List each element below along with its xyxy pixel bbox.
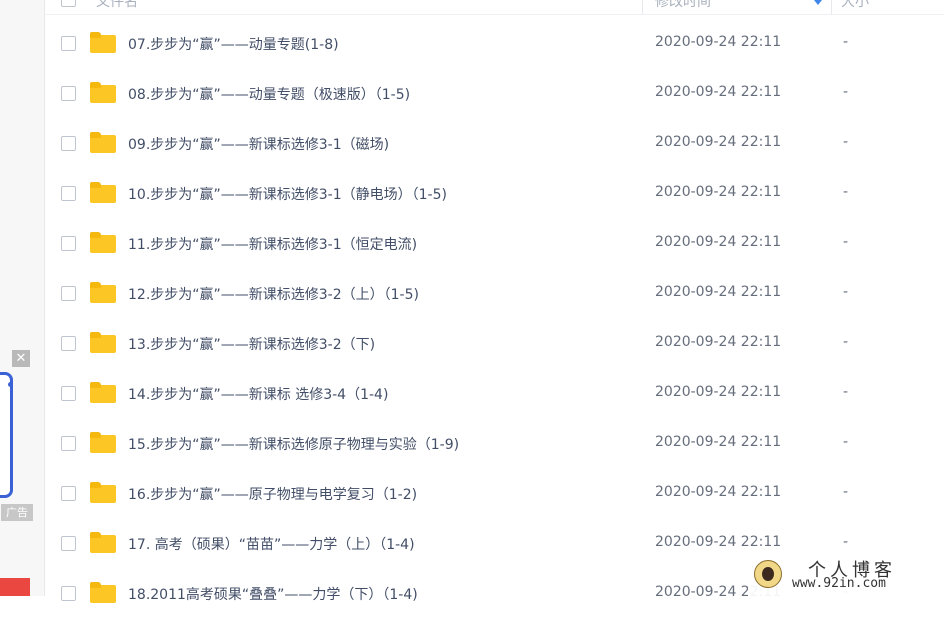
- avatar-icon: [754, 560, 782, 588]
- row-checkbox[interactable]: [61, 136, 76, 151]
- file-row[interactable]: 07.步步为“赢”——动量专题(1-8) 2020-09-24 22:11 -: [44, 18, 944, 68]
- column-header-name[interactable]: 文件名: [96, 0, 138, 11]
- file-row[interactable]: 12.步步为“赢”——新课标选修3-2（上）（1-5) 2020-09-24 2…: [44, 268, 944, 318]
- file-modified-time: 2020-09-24 22:11: [655, 184, 782, 200]
- ad-dot: [8, 382, 13, 387]
- file-modified-time: 2020-09-24 22:11: [655, 334, 782, 350]
- folder-icon: [90, 82, 116, 103]
- column-header-size[interactable]: 大小: [841, 0, 869, 11]
- row-checkbox[interactable]: [61, 586, 76, 601]
- file-modified-time: 2020-09-24 22:11: [655, 484, 782, 500]
- folder-icon: [90, 132, 116, 153]
- column-divider[interactable]: [642, 0, 643, 14]
- file-modified-time: 2020-09-24 22:11: [655, 134, 782, 150]
- file-name[interactable]: 10.步步为“赢”——新课标选修3-1（静电场）（1-5): [128, 184, 447, 204]
- column-header-time[interactable]: 修改时间: [655, 0, 711, 11]
- folder-icon: [90, 282, 116, 303]
- watermark-url: www.92in.com: [792, 576, 886, 591]
- row-checkbox[interactable]: [61, 536, 76, 551]
- file-size: -: [843, 284, 849, 300]
- file-size: -: [843, 534, 849, 550]
- file-name[interactable]: 08.步步为“赢”——动量专题（极速版）（1-5): [128, 84, 410, 104]
- close-icon[interactable]: ✕: [12, 350, 30, 367]
- file-name[interactable]: 11.步步为“赢”——新课标选修3-1（恒定电流): [128, 234, 417, 254]
- file-row[interactable]: 16.步步为“赢”——原子物理与电学复习（1-2) 2020-09-24 22:…: [44, 468, 944, 518]
- folder-icon: [90, 182, 116, 203]
- file-size: -: [843, 134, 849, 150]
- file-modified-time: 2020-09-24 22:11: [655, 84, 782, 100]
- folder-icon: [90, 32, 116, 53]
- file-size: -: [843, 334, 849, 350]
- file-size: -: [843, 484, 849, 500]
- file-size: -: [843, 234, 849, 250]
- file-row[interactable]: 10.步步为“赢”——新课标选修3-1（静电场）（1-5) 2020-09-24…: [44, 168, 944, 218]
- file-name[interactable]: 07.步步为“赢”——动量专题(1-8): [128, 34, 339, 54]
- file-list: 07.步步为“赢”——动量专题(1-8) 2020-09-24 22:11 - …: [44, 18, 944, 618]
- file-size: -: [843, 434, 849, 450]
- file-name[interactable]: 12.步步为“赢”——新课标选修3-2（上）（1-5): [128, 284, 419, 304]
- ad-banner[interactable]: [0, 372, 13, 498]
- folder-icon: [90, 332, 116, 353]
- file-row[interactable]: 13.步步为“赢”——新课标选修3-2（下) 2020-09-24 22:11 …: [44, 318, 944, 368]
- ad-red-block[interactable]: [0, 578, 30, 596]
- ad-label: 广告: [1, 504, 33, 521]
- select-all-checkbox[interactable]: [61, 0, 76, 7]
- file-row[interactable]: 11.步步为“赢”——新课标选修3-1（恒定电流) 2020-09-24 22:…: [44, 218, 944, 268]
- file-size: -: [843, 34, 849, 50]
- row-checkbox[interactable]: [61, 286, 76, 301]
- row-checkbox[interactable]: [61, 336, 76, 351]
- file-row[interactable]: 14.步步为“赢”——新课标 选修3-4（1-4) 2020-09-24 22:…: [44, 368, 944, 418]
- file-size: -: [843, 184, 849, 200]
- file-row[interactable]: 09.步步为“赢”——新课标选修3-1（磁场) 2020-09-24 22:11…: [44, 118, 944, 168]
- folder-icon: [90, 482, 116, 503]
- file-modified-time: 2020-09-24 22:11: [655, 234, 782, 250]
- row-checkbox[interactable]: [61, 236, 76, 251]
- folder-icon: [90, 432, 116, 453]
- watermark: 个人博客 www.92in.com: [748, 556, 944, 596]
- file-row[interactable]: 15.步步为“赢”——新课标选修原子物理与实验（1-9) 2020-09-24 …: [44, 418, 944, 468]
- folder-icon: [90, 382, 116, 403]
- file-size: -: [843, 84, 849, 100]
- file-modified-time: 2020-09-24 22:11: [655, 434, 782, 450]
- row-checkbox[interactable]: [61, 486, 76, 501]
- file-name[interactable]: 17. 高考（硕果）“苗苗”——力学（上）（1-4): [128, 534, 415, 554]
- row-checkbox[interactable]: [61, 436, 76, 451]
- folder-icon: [90, 582, 116, 603]
- file-name[interactable]: 16.步步为“赢”——原子物理与电学复习（1-2): [128, 484, 417, 504]
- left-ad-panel: ✕ 广告: [0, 0, 45, 596]
- row-checkbox[interactable]: [61, 36, 76, 51]
- file-modified-time: 2020-09-24 22:11: [655, 284, 782, 300]
- file-modified-time: 2020-09-24 22:11: [655, 534, 782, 550]
- row-checkbox[interactable]: [61, 386, 76, 401]
- file-list-header: 文件名 修改时间 大小: [44, 0, 944, 15]
- file-name[interactable]: 09.步步为“赢”——新课标选修3-1（磁场): [128, 134, 389, 154]
- row-checkbox[interactable]: [61, 86, 76, 101]
- folder-icon: [90, 232, 116, 253]
- folder-icon: [90, 532, 116, 553]
- file-name[interactable]: 13.步步为“赢”——新课标选修3-2（下): [128, 334, 375, 354]
- sort-desc-icon[interactable]: [814, 0, 822, 5]
- column-divider[interactable]: [831, 0, 832, 14]
- file-size: -: [843, 384, 849, 400]
- file-name[interactable]: 14.步步为“赢”——新课标 选修3-4（1-4): [128, 384, 388, 404]
- file-modified-time: 2020-09-24 22:11: [655, 34, 782, 50]
- file-name[interactable]: 18.2011高考硕果“叠叠”——力学（下）（1-4): [128, 584, 418, 604]
- file-row[interactable]: 08.步步为“赢”——动量专题（极速版）（1-5) 2020-09-24 22:…: [44, 68, 944, 118]
- file-name[interactable]: 15.步步为“赢”——新课标选修原子物理与实验（1-9): [128, 434, 459, 454]
- row-checkbox[interactable]: [61, 186, 76, 201]
- file-modified-time: 2020-09-24 22:11: [655, 384, 782, 400]
